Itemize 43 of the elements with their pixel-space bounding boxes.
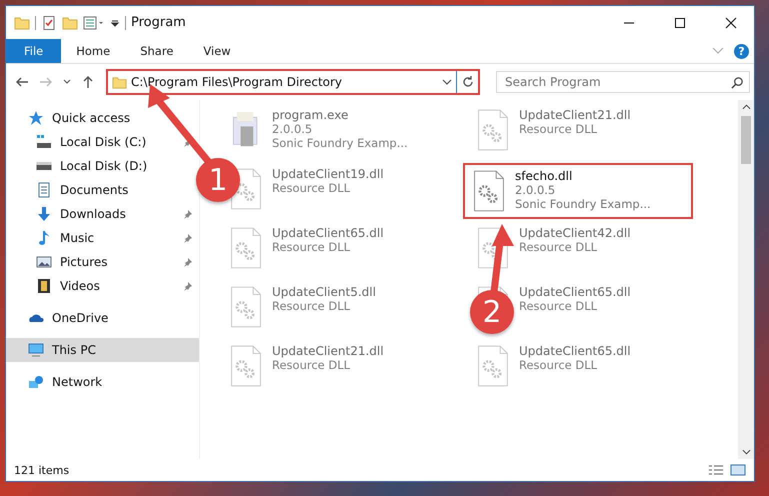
file-detail: 2.0.0.5 (272, 122, 314, 136)
ribbon-tab[interactable]: Home (61, 39, 126, 63)
file-name[interactable]: program.exe (272, 108, 408, 122)
file-detail: Resource DLL (519, 122, 598, 136)
file-name[interactable]: UpdateClient21.dll (272, 344, 384, 358)
file-detail: Resource DLL (272, 299, 352, 313)
ribbon-tab[interactable]: View (188, 39, 246, 63)
item-count: 121 items (14, 464, 70, 476)
file-name[interactable]: sfecho.dll (515, 169, 651, 183)
file-name[interactable]: UpdateClient65.dll (272, 226, 384, 240)
file-name[interactable]: UpdateClient21.dll (519, 108, 631, 122)
file-detail: Resource DLL (272, 358, 352, 372)
file-detail: Resource DLL (519, 358, 598, 372)
nav-item[interactable]: Downloads (6, 202, 130, 226)
file-name[interactable]: UpdateClient65.dll (519, 285, 631, 299)
file-detail: Resource DLL (519, 299, 598, 313)
help-button[interactable]: ? (734, 44, 749, 58)
file-detail: Resource DLL (272, 181, 352, 195)
nav-item[interactable]: Network (6, 370, 199, 394)
file-detail: 2.0.0.5 (515, 183, 556, 197)
nav-item[interactable]: Quick access (6, 106, 199, 130)
file-name[interactable]: UpdateClient19.dll (272, 167, 384, 181)
highlighted-file-item[interactable]: sfecho.dll 2.0.0.5 Sonic Foundry Examp... (463, 163, 693, 219)
ribbon-tab[interactable]: File (6, 39, 62, 63)
file-detail: Resource DLL (519, 240, 598, 254)
search-field[interactable]: Search Program (496, 71, 750, 93)
file-detail: Resource DLL (272, 240, 352, 254)
file-detail: Sonic Foundry Examp... (272, 136, 408, 150)
nav-item[interactable]: Videos (6, 274, 104, 298)
file-name[interactable]: UpdateClient65.dll (519, 344, 631, 358)
nav-item[interactable]: Documents (6, 178, 132, 202)
nav-item[interactable]: Pictures (6, 250, 112, 274)
ribbon-tab[interactable]: Share (125, 39, 188, 63)
nav-item[interactable]: Local Disk (D:) (6, 154, 152, 178)
nav-item[interactable]: This PC (6, 338, 199, 362)
address-bar[interactable]: C:\Program Files\Program Directory (106, 69, 480, 95)
file-detail: Sonic Foundry Examp... (515, 197, 651, 211)
file-name[interactable]: UpdateClient42.dll (519, 226, 631, 240)
nav-item[interactable]: Local Disk (C:) (6, 130, 150, 154)
nav-item[interactable]: Music (6, 226, 98, 250)
file-name[interactable]: UpdateClient5.dll (272, 285, 376, 299)
window-title: Program (131, 15, 186, 30)
nav-item[interactable]: OneDrive (6, 306, 199, 330)
